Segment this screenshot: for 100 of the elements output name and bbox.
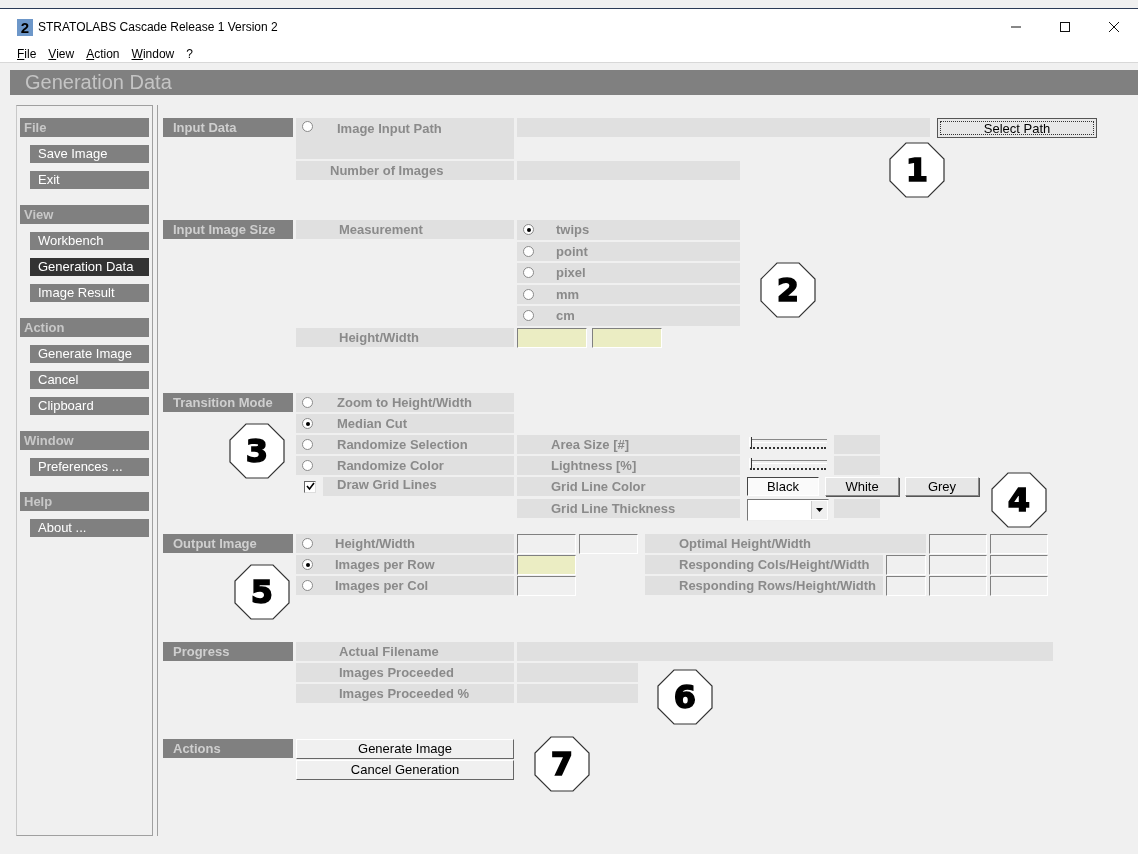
radio-button[interactable] xyxy=(523,245,534,257)
radio-button[interactable] xyxy=(523,267,534,279)
radio-option[interactable]: Randomize Selection xyxy=(296,434,514,454)
field-label: Measurement xyxy=(296,220,514,239)
color-option-button[interactable]: Grey xyxy=(905,476,979,496)
radio-option[interactable]: Zoom to Height/Width xyxy=(296,392,514,412)
thickness-dropdown[interactable] xyxy=(747,498,829,521)
step-badge: 5 xyxy=(234,564,290,620)
sidebar-item[interactable]: About ... xyxy=(30,519,149,537)
field-label: Height/Width xyxy=(296,327,514,347)
sidebar-item[interactable]: Generation Data xyxy=(30,258,149,276)
menu-item[interactable]: Action xyxy=(86,46,120,61)
radio-button[interactable] xyxy=(302,396,313,408)
radio-option[interactable]: Images per Row xyxy=(296,554,514,574)
radio-option[interactable]: Images per Col xyxy=(296,575,514,595)
result-field xyxy=(990,575,1048,596)
sidebar-heading: Help xyxy=(20,492,149,511)
radio-button[interactable] xyxy=(523,310,534,322)
page-title: Generation Data xyxy=(24,71,172,94)
section-label: Transition Mode xyxy=(163,392,293,412)
window-title: STRATOLABS Cascade Release 1 Version 2 xyxy=(38,20,278,34)
sidebar-item[interactable]: Preferences ... xyxy=(30,458,149,476)
radio-option[interactable]: cm xyxy=(517,306,740,326)
radio-button[interactable] xyxy=(523,224,534,236)
menu-item[interactable]: File xyxy=(17,46,37,61)
section-label: Progress xyxy=(163,641,293,661)
action-button[interactable]: Cancel Generation xyxy=(296,759,514,780)
menu-item[interactable]: ? xyxy=(186,46,193,61)
action-button[interactable]: Generate Image xyxy=(296,738,514,759)
radio-option[interactable]: point xyxy=(517,241,740,261)
sidebar-heading: Window xyxy=(20,431,149,450)
result-field xyxy=(929,533,987,554)
sidebar-heading: View xyxy=(20,205,149,224)
color-option-button[interactable]: White xyxy=(825,476,899,496)
select-path-button[interactable]: Select Path xyxy=(937,118,1097,138)
radio-option[interactable]: Randomize Color xyxy=(296,455,514,475)
app-icon: 2 xyxy=(17,18,33,36)
sidebar-item[interactable]: Cancel xyxy=(30,371,149,389)
maximize-icon[interactable] xyxy=(1059,21,1071,33)
input-field[interactable] xyxy=(517,554,576,575)
result-field xyxy=(990,554,1048,575)
width-field[interactable] xyxy=(592,327,662,348)
checkbox[interactable] xyxy=(304,480,316,493)
radio-option[interactable]: Median Cut xyxy=(296,413,514,433)
sidebar-item[interactable]: Workbench xyxy=(30,232,149,250)
sidebar-heading: Action xyxy=(20,318,149,337)
radio-option[interactable]: mm xyxy=(517,284,740,304)
radio-option[interactable]: twips xyxy=(517,220,740,240)
sidebar-item[interactable]: Clipboard xyxy=(30,397,149,415)
step-badge: 3 xyxy=(229,423,285,479)
radio-button[interactable] xyxy=(302,558,313,570)
step-badge: 6 xyxy=(657,669,713,725)
sidebar-heading: File xyxy=(20,118,149,137)
field-label: Area Size [#] xyxy=(517,434,740,454)
result-field xyxy=(990,533,1048,554)
color-option-button[interactable]: Black xyxy=(747,476,819,496)
checkbox-label: Draw Grid Lines xyxy=(323,477,514,496)
radio-option[interactable]: Height/Width xyxy=(296,533,514,553)
section-label: Input Data xyxy=(163,118,293,137)
step-badge: 7 xyxy=(534,736,590,792)
close-icon[interactable] xyxy=(1108,21,1120,33)
radio-button[interactable] xyxy=(302,121,313,132)
radio-button[interactable] xyxy=(302,537,313,549)
sidebar-item[interactable]: Image Result xyxy=(30,284,149,302)
result-field xyxy=(886,554,926,575)
result-field xyxy=(886,575,926,596)
input-field[interactable] xyxy=(517,575,576,596)
radio-button[interactable] xyxy=(302,417,313,429)
sidebar-item[interactable]: Exit xyxy=(30,171,149,189)
menu-item[interactable]: Window xyxy=(131,46,175,61)
sidebar-item[interactable]: Generate Image xyxy=(30,345,149,363)
field-label: Grid Line Thickness xyxy=(517,498,740,518)
step-badge: 4 xyxy=(991,472,1047,528)
radio-button[interactable] xyxy=(302,438,313,450)
slider[interactable] xyxy=(749,458,827,472)
section-label: Output Image xyxy=(163,533,293,553)
option-cell[interactable]: Image Input Path xyxy=(296,118,514,159)
height-field[interactable] xyxy=(517,327,587,348)
radio-button[interactable] xyxy=(302,459,313,471)
field-label: Lightness [%] xyxy=(517,455,740,475)
field-label: Images Proceeded % xyxy=(296,683,514,703)
section-label: Input Image Size xyxy=(163,220,293,239)
step-badge: 2 xyxy=(760,262,816,318)
field-label: Responding Cols/Height/Width xyxy=(645,554,883,574)
section-label: Actions xyxy=(163,738,293,758)
radio-button[interactable] xyxy=(523,288,534,300)
field-label: Optimal Height/Width xyxy=(645,533,926,553)
field-label: Responding Rows/Height/Width xyxy=(645,575,883,595)
menu-item[interactable]: View xyxy=(48,46,75,61)
radio-option[interactable]: pixel xyxy=(517,263,740,283)
sidebar-item[interactable]: Save Image xyxy=(30,145,149,163)
slider[interactable] xyxy=(749,437,827,451)
result-field xyxy=(929,575,987,596)
input-field[interactable] xyxy=(579,533,638,554)
value-box xyxy=(834,498,880,518)
caret-icon[interactable] xyxy=(816,507,823,512)
radio-button[interactable] xyxy=(302,579,313,591)
field-label: Grid Line Color xyxy=(517,476,740,496)
input-field[interactable] xyxy=(517,533,576,554)
result-field xyxy=(929,554,987,575)
